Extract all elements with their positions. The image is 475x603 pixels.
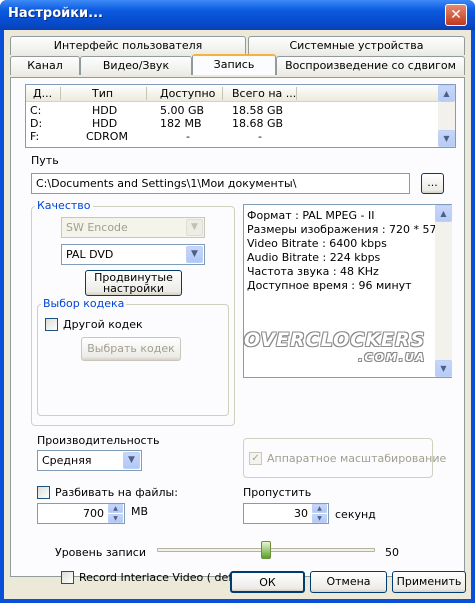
scroll-up-icon[interactable]: ▲	[435, 205, 452, 222]
info-line: Формат : PAL MPEG - II	[247, 209, 375, 222]
format-select[interactable]: PAL DVD ▼	[61, 244, 205, 265]
drive-type: CDROM	[86, 130, 128, 143]
spin-down-icon[interactable]: ▼	[312, 514, 327, 523]
quality-group-label: Качество	[35, 199, 93, 212]
drive-type: HDD	[92, 104, 118, 117]
info-line: Audio Bitrate : 224 kbps	[247, 251, 381, 264]
drive-letter: F:	[30, 130, 40, 143]
hw-scaling-checkbox: ✓	[249, 452, 262, 465]
drive-total: -	[258, 130, 262, 143]
tab-row-top: Интерфейс пользователя Системные устройс…	[10, 36, 465, 55]
split-files-label[interactable]: Разбивать на файлы:	[55, 486, 178, 499]
other-codec-label[interactable]: Другой кодек	[63, 318, 143, 331]
drive-type: HDD	[92, 117, 118, 130]
dialog-client: Интерфейс пользователя Системные устройс…	[4, 30, 471, 599]
apply-button[interactable]: Применить	[392, 571, 466, 593]
record-level-slider-thumb[interactable]	[261, 541, 271, 559]
skip-label: Пропустить	[243, 486, 312, 499]
info-line: Размеры изображения : 720 * 576	[247, 223, 444, 236]
skip-seconds-stepper[interactable]: ▲ ▼	[312, 504, 327, 523]
record-level-value: 50	[385, 546, 399, 559]
chevron-down-icon[interactable]: ▼	[123, 452, 140, 469]
column-header-type[interactable]: Тип	[92, 87, 113, 100]
drive-available: 182 MB	[160, 117, 202, 130]
scroll-down-icon[interactable]: ▼	[438, 130, 455, 147]
chevron-down-icon[interactable]: ▼	[186, 246, 203, 263]
encoder-value: SW Encode	[66, 221, 128, 234]
column-header-total[interactable]: Всего на ...	[232, 87, 296, 100]
tab-video-audio[interactable]: Видео/Звук	[80, 56, 192, 75]
tab-user-interface[interactable]: Интерфейс пользователя	[10, 36, 246, 55]
format-value: PAL DVD	[66, 248, 114, 261]
info-line: Доступное время : 96 минут	[247, 279, 412, 292]
performance-value: Средняя	[42, 454, 92, 467]
drive-letter: D:	[30, 117, 43, 130]
chevron-down-icon: ▼	[186, 219, 203, 236]
tab-row-bottom: Канал Видео/Звук Запись Воспроизведение …	[10, 54, 465, 75]
watermark-logo: OVERCLOCKERS .COM.UA	[244, 329, 430, 375]
tab-recording[interactable]: Запись	[192, 54, 276, 75]
drive-list-scrollbar[interactable]: ▲ ▼	[438, 85, 455, 147]
drive-list[interactable]: Д... Тип Доступно Всего на ... C: HDD 5.…	[25, 84, 456, 148]
drive-list-header: Д... Тип Доступно Всего на ...	[26, 85, 438, 102]
tab-timeshift-playback[interactable]: Воспроизведение со сдвигом	[276, 56, 465, 75]
title-bar[interactable]: Настройки... ✕	[0, 0, 475, 30]
info-line: Video Bitrate : 6400 kbps	[247, 237, 387, 250]
info-scrollbar[interactable]: ▲ ▼	[435, 205, 452, 377]
record-level-label: Уровень записи	[55, 546, 146, 559]
tab-channel[interactable]: Канал	[10, 56, 80, 75]
drive-total: 18.68 GB	[232, 117, 284, 130]
cancel-button[interactable]: Отмена	[310, 571, 387, 593]
split-size-stepper[interactable]: ▲ ▼	[108, 504, 123, 523]
advanced-settings-button[interactable]: Продвинутые настройки	[85, 270, 182, 296]
scroll-down-icon[interactable]: ▼	[435, 360, 452, 377]
info-line: Частота звука : 48 KHz	[247, 265, 379, 278]
performance-select[interactable]: Средняя ▼	[37, 450, 142, 471]
table-row[interactable]: D: HDD 182 MB 18.68 GB	[26, 117, 438, 130]
format-info-box: Формат : PAL MPEG - II Размеры изображен…	[243, 204, 452, 378]
spin-up-icon[interactable]: ▲	[108, 504, 123, 513]
close-icon[interactable]: ✕	[445, 4, 467, 26]
ok-button[interactable]: ОК	[230, 571, 305, 593]
drive-available: -	[186, 130, 190, 143]
dialog-window: Настройки... ✕ Интерфейс пользователя Си…	[0, 0, 475, 603]
browse-button[interactable]: ...	[421, 173, 444, 194]
choose-codec-button: Выбрать кодек	[81, 337, 181, 361]
skip-unit: секунд	[335, 508, 376, 521]
spin-up-icon[interactable]: ▲	[312, 504, 327, 513]
watermark-subtext: .COM.UA	[358, 351, 426, 364]
table-row[interactable]: C: HDD 5.00 GB 18.58 GB	[26, 104, 438, 117]
performance-label: Производительность	[37, 434, 160, 447]
codec-group-label: Выбор кодека	[41, 297, 127, 310]
split-unit: МВ	[131, 505, 149, 518]
interlace-checkbox[interactable]	[61, 571, 74, 584]
drive-available: 5.00 GB	[160, 104, 205, 117]
split-files-checkbox[interactable]	[37, 486, 50, 499]
encoder-select: SW Encode ▼	[61, 217, 205, 238]
drive-total: 18.58 GB	[232, 104, 284, 117]
tab-panel-recording: Д... Тип Доступно Всего на ... C: HDD 5.…	[10, 77, 465, 584]
column-header-drive[interactable]: Д...	[33, 87, 52, 100]
window-title: Настройки...	[8, 6, 103, 21]
tab-system-devices[interactable]: Системные устройства	[248, 36, 465, 55]
watermark-text: OVERCLOCKERS	[244, 329, 426, 351]
other-codec-checkbox[interactable]	[45, 318, 58, 331]
table-row[interactable]: F: CDROM - -	[26, 130, 438, 143]
path-input[interactable]: C:\Documents and Settings\1\Мои документ…	[31, 173, 410, 194]
path-label: Путь	[31, 154, 59, 167]
drive-letter: C:	[30, 104, 42, 117]
column-header-available[interactable]: Доступно	[160, 87, 215, 100]
hw-scaling-label: Аппаратное масштабирование	[267, 452, 447, 465]
scroll-up-icon[interactable]: ▲	[438, 85, 455, 102]
spin-down-icon[interactable]: ▼	[108, 514, 123, 523]
